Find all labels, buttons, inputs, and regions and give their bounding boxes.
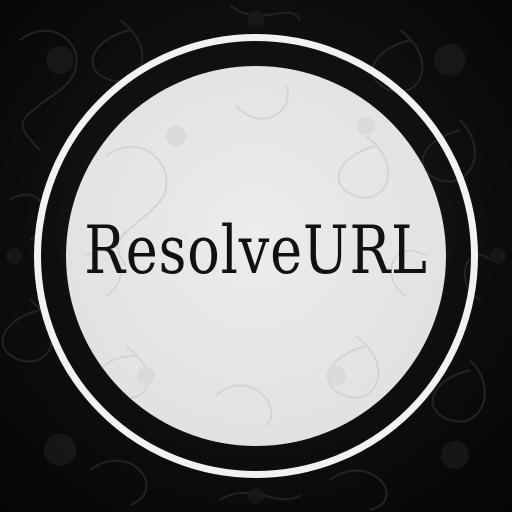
logo-disc: ResolveURL — [66, 66, 446, 446]
logo-wordmark: ResolveURL — [84, 211, 428, 289]
logo-canvas: ResolveURL — [0, 0, 512, 512]
